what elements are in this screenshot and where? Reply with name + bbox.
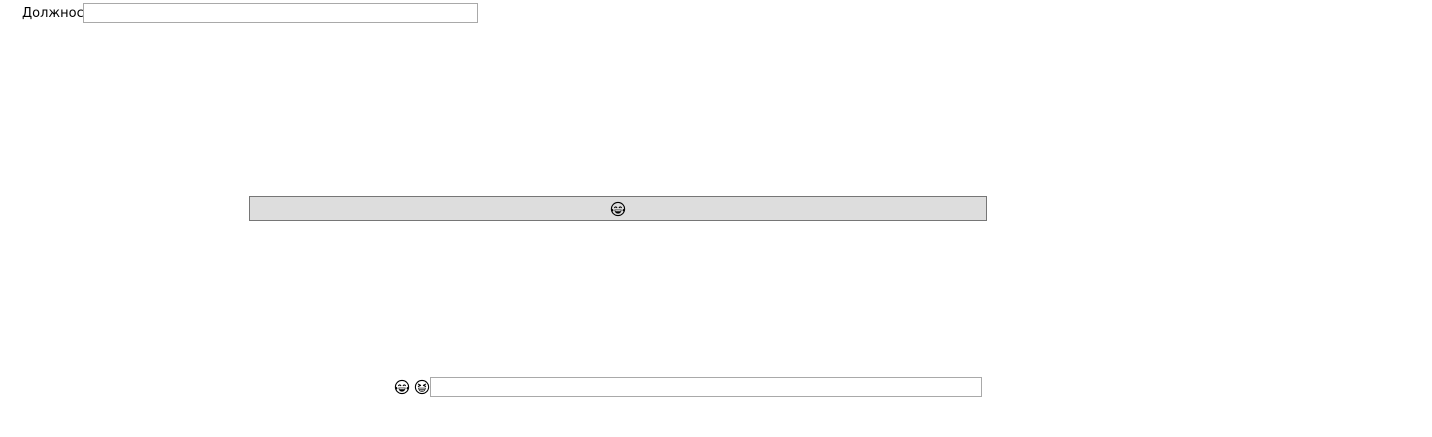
face-with-tears-of-joy-icon <box>610 201 626 217</box>
emoji-text-input[interactable] <box>430 377 982 397</box>
grinning-squinting-face-icon <box>414 379 430 395</box>
position-input[interactable] <box>83 3 478 23</box>
emoji-bar-button[interactable] <box>249 196 987 221</box>
face-with-tears-of-joy-icon <box>394 379 410 395</box>
